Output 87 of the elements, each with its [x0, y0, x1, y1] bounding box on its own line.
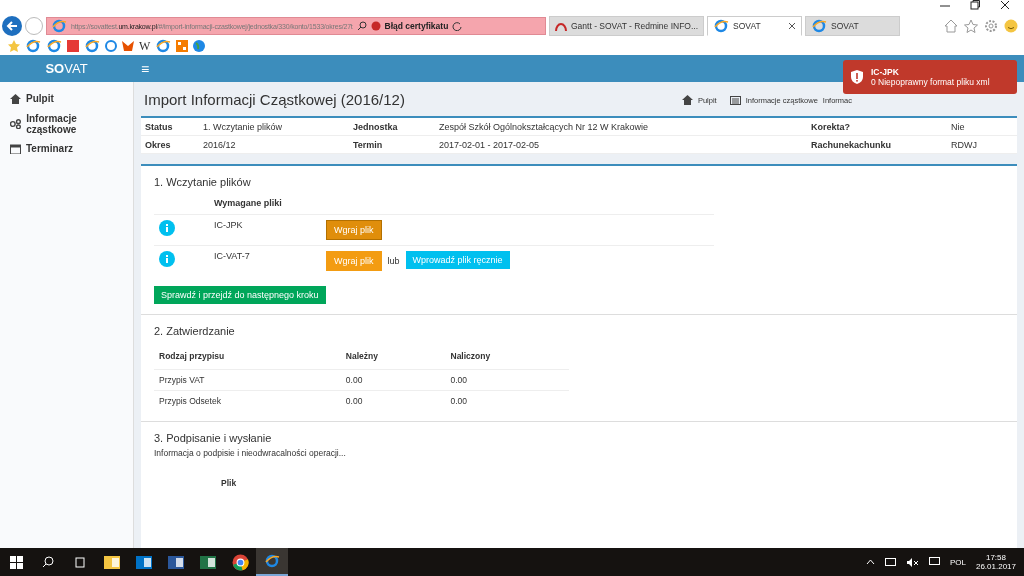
restore-icon[interactable] [970, 0, 980, 10]
document-app-icon[interactable] [199, 554, 217, 570]
field-label: Termin [349, 136, 435, 154]
fox-icon[interactable] [122, 40, 134, 52]
task-view-icon[interactable] [73, 556, 87, 568]
home-icon [10, 93, 21, 104]
home-icon[interactable] [944, 19, 958, 33]
favorite-page-icon [25, 38, 41, 54]
battery-icon[interactable] [884, 558, 897, 566]
column-header: Rodzaj przypisu [154, 347, 341, 370]
ie-icon [713, 18, 730, 34]
table-cell: 0.00 [340, 390, 446, 411]
table-cell: Przypis Odsetek [154, 390, 341, 411]
field-value: 1. Wczytanie plików [199, 118, 349, 136]
certificate-error[interactable]: Błąd certyfikatu [384, 21, 449, 31]
section-title: 2. Zatwierdzanie [154, 325, 236, 337]
ie-icon [51, 18, 67, 34]
sidebar-item[interactable]: Terminarz [0, 136, 133, 161]
ie-icon [811, 18, 828, 34]
toast-message: 0 Niepoprawny format pliku xml [871, 77, 990, 87]
browser-icon [264, 553, 280, 569]
home-icon [681, 95, 693, 105]
favorite-page-icon [155, 38, 172, 54]
folder-icon[interactable] [103, 554, 121, 570]
favorite-site-icon[interactable] [105, 40, 117, 52]
page-title: Import Informacji Cząstkowej (2016/12) [144, 90, 405, 108]
field-value: Zespół Szkół Ogólnokształcących Nr 12 W Krakowie [435, 118, 807, 136]
table-cell: 0.00 [445, 369, 569, 391]
field-label: Okres [141, 136, 199, 154]
field-label: Rachunekachunku [807, 136, 947, 154]
globe-icon[interactable] [193, 40, 206, 52]
chevron-up-icon[interactable] [865, 559, 875, 565]
back-button[interactable] [2, 16, 22, 36]
search-icon[interactable] [42, 556, 54, 568]
section-title: 1. Wczytanie plików [154, 176, 252, 188]
column-header: Wymagane pliki [213, 198, 283, 210]
column-header: Należny [340, 347, 446, 370]
close-icon[interactable] [1000, 0, 1010, 10]
field-label: Jednostka [349, 118, 435, 136]
or-text: lub [387, 256, 400, 266]
table-cell: 0.00 [340, 369, 446, 391]
language-indicator[interactable]: POL [949, 557, 966, 567]
field-value: 2017-02-01 - 2017-02-05 [435, 136, 807, 154]
arch-icon [555, 21, 567, 31]
share-icon [10, 118, 22, 129]
field-value: Nie [947, 118, 1017, 136]
sidebar-item[interactable]: Informacje cząstkowe [0, 111, 133, 136]
table-cell: Przypis VAT [154, 369, 341, 391]
smiley-icon[interactable] [1004, 19, 1018, 33]
back-arrow-icon [6, 20, 18, 32]
browser-tab[interactable]: SOVAT [707, 16, 803, 36]
field-value: RDWJ [947, 136, 1017, 154]
sidebar-item[interactable]: Pulpit [0, 86, 133, 111]
toast-title: IC-JPK [871, 67, 900, 77]
browser-tab[interactable]: SOVAT [805, 16, 901, 36]
favorite-site-icon[interactable] [176, 40, 189, 52]
column-header: Plik [221, 478, 238, 488]
speaker-muted-icon[interactable] [906, 557, 919, 567]
search-icon[interactable] [356, 21, 367, 31]
list-icon [729, 95, 741, 105]
settings-icon[interactable] [984, 19, 998, 33]
table-cell: 0.00 [445, 390, 569, 411]
file-name: IC-JPK [213, 220, 244, 230]
document-app-icon[interactable] [167, 554, 185, 570]
close-tab-icon[interactable] [788, 22, 797, 30]
column-header: Naliczony [445, 347, 569, 370]
app-logo[interactable]: SOVAT [0, 61, 133, 76]
favorite-page-icon [46, 38, 62, 54]
favorite-link[interactable]: W [139, 38, 151, 54]
field-label: Korekta? [807, 118, 947, 136]
file-name: IC-VAT-7 [213, 251, 251, 261]
field-label: Status [141, 118, 199, 136]
star-icon[interactable] [964, 19, 978, 33]
refresh-icon[interactable] [452, 21, 463, 31]
start-icon[interactable] [9, 555, 23, 569]
chrome-icon[interactable] [231, 553, 249, 571]
shield-alert-icon [851, 70, 863, 84]
browser-tab[interactable]: Gantt - SOVAT - Redmine INFO... [549, 16, 705, 36]
calendar-icon [10, 143, 21, 154]
document-app-icon[interactable] [135, 554, 153, 570]
field-value: 2016/12 [199, 136, 349, 154]
clock[interactable]: 17:58 26.01.2017 [975, 553, 1016, 571]
favorite-page-icon [84, 38, 100, 54]
section-title: 3. Podpisanie i wysłanie [154, 432, 273, 444]
notification-icon[interactable] [928, 557, 940, 567]
info-text: Informacja o podpisie i nieodwracalności operacji... [154, 448, 347, 458]
menu-toggle[interactable]: ≡ [133, 60, 150, 77]
